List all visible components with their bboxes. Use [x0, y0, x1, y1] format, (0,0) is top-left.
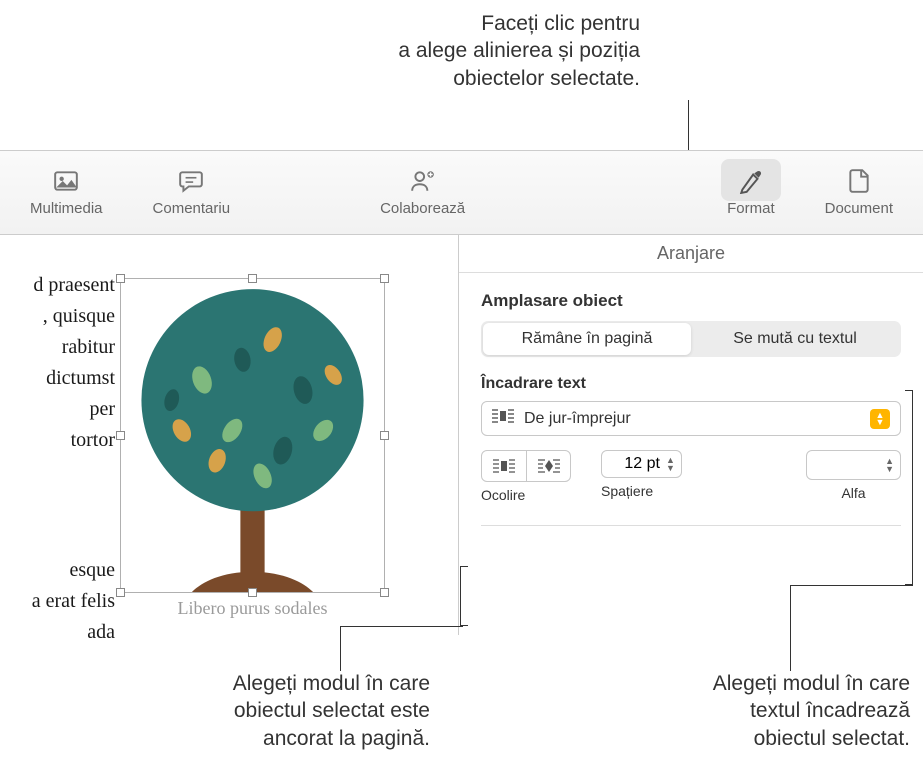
callout-bottom-right: Alegeți modul în care textul încadrează … — [620, 670, 910, 752]
tree-illustration — [121, 279, 384, 592]
toolbar-format-label: Format — [727, 200, 775, 217]
callout-line-br-v — [790, 585, 791, 671]
resize-handle[interactable] — [380, 588, 389, 597]
resize-handle[interactable] — [116, 431, 125, 440]
spacing-stepper[interactable]: ▲▼ — [601, 450, 682, 478]
resize-handle[interactable] — [248, 274, 257, 283]
resize-handle[interactable] — [380, 431, 389, 440]
inspector-panel: Aranjare Amplasare obiect Rămâne în pagi… — [458, 235, 923, 635]
toolbar-collaborate[interactable]: Colaborează — [355, 151, 490, 234]
toolbar-collaborate-label: Colaborează — [380, 200, 465, 217]
toolbar-document[interactable]: Document — [800, 151, 918, 234]
image-icon — [51, 168, 81, 194]
seg-move-with-text[interactable]: Se mută cu textul — [691, 323, 899, 355]
stepper-arrows-icon[interactable]: ▲▼ — [885, 457, 894, 473]
fit-contour-icon — [538, 458, 560, 474]
resize-handle[interactable] — [248, 588, 257, 597]
alpha-label: Alfa — [841, 485, 865, 501]
document-icon — [844, 168, 874, 194]
toolbar-comment[interactable]: Comentariu — [128, 151, 256, 234]
alpha-stepper[interactable]: ▲▼ — [806, 450, 901, 480]
wrap-label: Încadrare text — [481, 375, 901, 393]
wrap-around-icon — [492, 408, 514, 429]
fit-label: Ocolire — [481, 487, 525, 503]
spacing-input[interactable] — [608, 455, 660, 473]
toolbar: Multimedia Comentariu Colaborează Format… — [0, 150, 923, 235]
document-text-left: d praesent , quisque rabitur dictumst pe… — [0, 235, 115, 456]
format-icon — [736, 168, 766, 194]
seg-stay-on-page[interactable]: Rămâne în pagină — [483, 323, 691, 355]
toolbar-multimedia[interactable]: Multimedia — [5, 151, 128, 234]
inspector-tab-arrange[interactable]: Aranjare — [459, 235, 923, 273]
placement-segmented-control: Rămâne în pagină Se mută cu textul — [481, 321, 901, 357]
fit-contour-button[interactable] — [526, 451, 570, 481]
toolbar-document-label: Document — [825, 200, 893, 217]
fit-rect-icon — [493, 458, 515, 474]
callout-line-bl-h — [340, 626, 463, 627]
document-canvas[interactable]: d praesent , quisque rabitur dictumst pe… — [0, 235, 458, 635]
callout-line-br-h — [790, 585, 913, 586]
bracket-left — [460, 566, 468, 626]
toolbar-format[interactable]: Format — [702, 151, 800, 234]
callout-bottom-left: Alegeți modul în care obiectul selectat … — [140, 670, 430, 752]
callout-line-bl-v — [340, 626, 341, 671]
resize-handle[interactable] — [116, 274, 125, 283]
chevron-updown-icon: ▲▼ — [870, 409, 890, 429]
comment-icon — [176, 168, 206, 194]
placement-label: Amplasare obiect — [481, 291, 901, 311]
collaborate-icon — [408, 168, 438, 194]
toolbar-multimedia-label: Multimedia — [30, 200, 103, 217]
wrap-popup-value: De jur-împrejur — [524, 410, 631, 428]
document-text-bottom: esque a erat felis ada — [0, 520, 115, 648]
resize-handle[interactable] — [116, 588, 125, 597]
spacing-label: Spațiere — [601, 483, 653, 499]
divider — [481, 525, 901, 526]
wrap-popup[interactable]: De jur-împrejur ▲▼ — [481, 401, 901, 436]
selected-image[interactable] — [120, 278, 385, 593]
image-caption[interactable]: Libero purus sodales — [120, 598, 385, 619]
fit-rect-button[interactable] — [482, 451, 526, 481]
fit-segmented-control — [481, 450, 571, 482]
resize-handle[interactable] — [380, 274, 389, 283]
stepper-arrows-icon[interactable]: ▲▼ — [666, 456, 675, 472]
inspector-tab-label: Aranjare — [657, 243, 725, 264]
bracket-right — [905, 390, 913, 585]
toolbar-comment-label: Comentariu — [153, 200, 231, 217]
callout-top: Faceți clic pentru a alege alinierea și … — [350, 10, 640, 92]
